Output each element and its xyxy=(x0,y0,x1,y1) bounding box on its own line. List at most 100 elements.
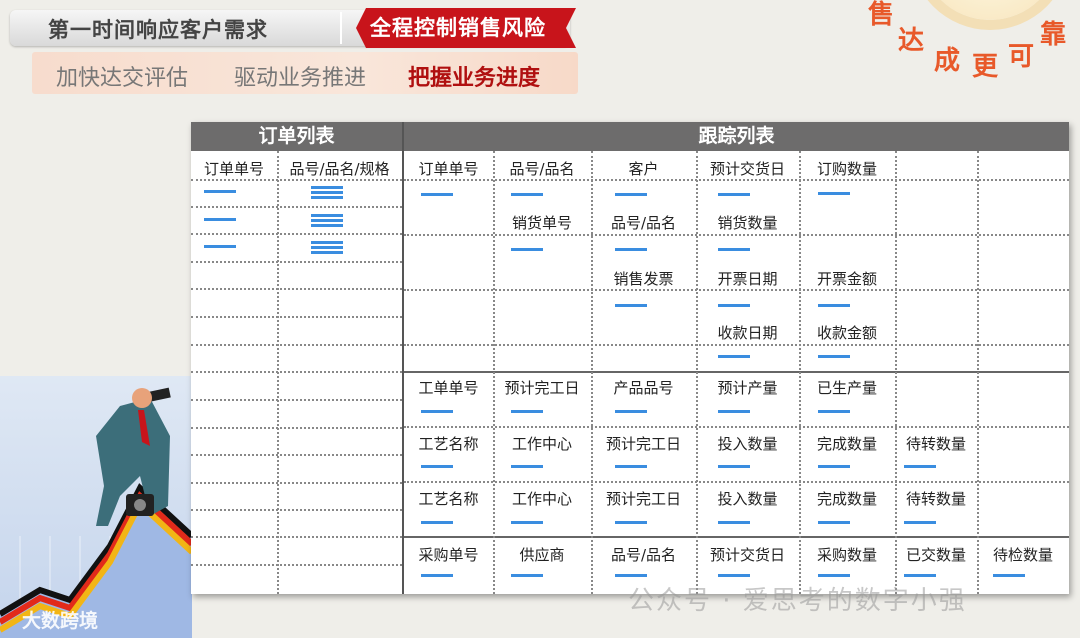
placeholder-line xyxy=(818,304,850,307)
track-cell: 预计交货日 xyxy=(709,546,785,564)
placeholder-line xyxy=(718,304,750,307)
track-cell: 工单单号 xyxy=(418,379,479,397)
track-cell: 收款日期 xyxy=(717,324,778,342)
arc-char: 更 xyxy=(972,52,999,82)
arc-char: 靠 xyxy=(1040,20,1067,50)
track-cell: 预计完工日 xyxy=(605,490,681,508)
placeholder-line xyxy=(311,251,343,254)
header-divider xyxy=(340,12,342,44)
placeholder-line xyxy=(718,410,750,413)
placeholder-line xyxy=(615,521,647,524)
grid-line xyxy=(404,426,1069,428)
track-cell: 销货单号 xyxy=(511,214,572,232)
placeholder-line xyxy=(421,521,453,524)
grid-line xyxy=(191,316,402,318)
track-cell: 完成数量 xyxy=(816,435,877,453)
grid-line xyxy=(191,206,402,208)
track-cell: 订购数量 xyxy=(816,160,877,178)
placeholder-line xyxy=(718,193,750,196)
placeholder-line xyxy=(204,245,236,248)
decorative-circle xyxy=(920,0,1060,20)
placeholder-line xyxy=(718,248,750,251)
track-cell: 品号/品名 xyxy=(610,546,677,564)
track-cell: 收款金额 xyxy=(816,324,877,342)
watermark-left: 大数跨境 xyxy=(22,610,99,632)
grid-line xyxy=(799,151,801,594)
grid-line xyxy=(191,261,402,263)
placeholder-line xyxy=(818,521,850,524)
placeholder-line xyxy=(718,574,750,577)
grid-line xyxy=(191,536,402,538)
placeholder-line xyxy=(718,521,750,524)
placeholder-line xyxy=(311,186,343,189)
main-divider xyxy=(402,122,404,594)
track-cell: 完成数量 xyxy=(816,490,877,508)
grid-line xyxy=(191,427,402,429)
track-cell: 销货数量 xyxy=(717,214,778,232)
placeholder-line xyxy=(904,465,936,468)
placeholder-line xyxy=(311,241,343,244)
grid-line xyxy=(191,288,402,290)
subtitle-item-highlight: 把握业务进度 xyxy=(408,66,541,91)
grid-line xyxy=(895,151,897,594)
placeholder-line xyxy=(615,410,647,413)
placeholder-line xyxy=(511,248,543,251)
placeholder-line xyxy=(904,521,936,524)
track-cell: 预计完工日 xyxy=(605,435,681,453)
placeholder-line xyxy=(818,465,850,468)
track-cell: 待转数量 xyxy=(905,490,966,508)
placeholder-line xyxy=(421,410,453,413)
placeholder-line xyxy=(511,193,543,196)
placeholder-line xyxy=(311,214,343,217)
placeholder-line xyxy=(421,465,453,468)
track-cell: 工艺名称 xyxy=(418,435,479,453)
placeholder-line xyxy=(511,410,543,413)
track-cell: 投入数量 xyxy=(717,490,778,508)
track-cell: 客户 xyxy=(628,160,659,178)
order-col-header: 品号/品名/规格 xyxy=(289,160,390,178)
track-cell: 品号/品名 xyxy=(509,160,575,178)
placeholder-line xyxy=(818,410,850,413)
track-cell: 预计交货日 xyxy=(709,160,785,178)
placeholder-line xyxy=(818,574,850,577)
placeholder-line xyxy=(311,219,343,222)
placeholder-line xyxy=(511,521,543,524)
placeholder-line xyxy=(615,248,647,251)
businessman-illustration xyxy=(0,387,192,638)
arc-char: 可 xyxy=(1008,42,1035,72)
placeholder-line xyxy=(718,465,750,468)
placeholder-line xyxy=(311,246,343,249)
placeholder-line xyxy=(904,574,936,577)
track-cell: 产品品号 xyxy=(613,379,674,397)
placeholder-line xyxy=(818,192,850,195)
track-cell: 工艺名称 xyxy=(418,490,479,508)
grid-line xyxy=(191,179,402,181)
track-cell: 开票金额 xyxy=(816,270,877,288)
placeholder-line xyxy=(615,304,647,307)
grid-line xyxy=(191,399,402,401)
watermark-right: 公众号 · 爱思考的数字小强 xyxy=(628,586,967,616)
grid-line xyxy=(404,344,1069,346)
placeholder-line xyxy=(718,355,750,358)
grid-line xyxy=(191,344,402,346)
track-cell: 品号/品名 xyxy=(610,214,677,232)
grid-line xyxy=(191,482,402,484)
grid-line xyxy=(191,454,402,456)
placeholder-line xyxy=(615,574,647,577)
grid-line xyxy=(191,564,402,566)
tracking-list-header: 跟踪列表 xyxy=(404,122,1069,151)
section-divider xyxy=(404,371,1069,373)
track-cell: 采购数量 xyxy=(816,546,877,564)
grid-line xyxy=(977,151,979,594)
placeholder-line xyxy=(615,465,647,468)
track-cell: 开票日期 xyxy=(717,270,778,288)
grid-line xyxy=(404,234,1069,236)
track-cell: 预计完工日 xyxy=(504,379,580,397)
grid-line xyxy=(191,371,402,373)
placeholder-line xyxy=(204,190,236,193)
track-cell: 待检数量 xyxy=(992,546,1053,564)
grid-line xyxy=(404,179,1069,181)
placeholder-line xyxy=(511,574,543,577)
track-cell: 预计产量 xyxy=(717,379,778,397)
placeholder-line xyxy=(204,218,236,221)
